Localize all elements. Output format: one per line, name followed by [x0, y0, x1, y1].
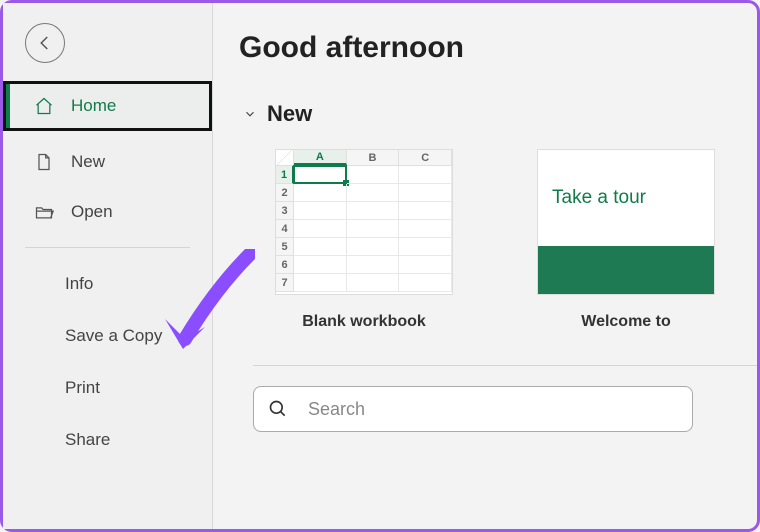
tour-title: Take a tour: [538, 150, 714, 246]
sidebar-item-info[interactable]: Info: [3, 258, 212, 310]
home-icon: [33, 95, 55, 117]
template-welcome-tour[interactable]: Take a tour Welcome to: [537, 149, 715, 331]
sidebar-item-label: Share: [65, 430, 110, 449]
arrow-left-icon: [36, 34, 54, 52]
file-new-icon: [33, 151, 55, 173]
section-header-new: New: [239, 101, 757, 127]
sidebar-item-label: New: [71, 152, 105, 172]
section-collapse-toggle[interactable]: [239, 103, 261, 125]
template-label: Blank workbook: [302, 313, 426, 331]
folder-open-icon: [33, 201, 55, 223]
template-blank-workbook[interactable]: A B C 1 2 3 4 5 6 7 Blank workbook: [275, 149, 453, 331]
search-box[interactable]: [253, 386, 693, 432]
sidebar-item-share[interactable]: Share: [3, 414, 212, 466]
sidebar-item-home[interactable]: Home: [3, 81, 212, 131]
back-button[interactable]: [25, 23, 65, 63]
sidebar-item-print[interactable]: Print: [3, 362, 212, 414]
template-gallery: A B C 1 2 3 4 5 6 7 Blank workbook Take …: [239, 149, 757, 331]
sidebar-item-label: Open: [71, 202, 113, 222]
welcome-tour-thumb: Take a tour: [537, 149, 715, 295]
sidebar-item-label: Info: [65, 274, 93, 293]
blank-workbook-thumb: A B C 1 2 3 4 5 6 7: [275, 149, 453, 295]
search-icon: [268, 399, 288, 419]
page-title: Good afternoon: [239, 31, 757, 65]
col-header: C: [399, 150, 452, 165]
col-header: A: [294, 150, 347, 165]
main-content: Good afternoon New A B C 1 2 3 4: [213, 3, 757, 529]
content-divider: [253, 365, 757, 366]
sidebar-item-label: Print: [65, 378, 100, 397]
sidebar-item-label: Save a Copy: [65, 326, 162, 345]
chevron-down-icon: [243, 107, 257, 121]
sidebar-item-new[interactable]: New: [3, 137, 212, 187]
backstage-sidebar: Home New Open Info Save a Copy Print Sha…: [3, 3, 213, 529]
sidebar-item-save-a-copy[interactable]: Save a Copy: [3, 310, 212, 362]
section-title: New: [267, 101, 312, 127]
template-label: Welcome to: [581, 313, 671, 331]
sidebar-divider: [25, 247, 190, 248]
sidebar-item-open[interactable]: Open: [3, 187, 212, 237]
sidebar-item-label: Home: [71, 96, 116, 116]
search-input[interactable]: [306, 398, 678, 421]
col-header: B: [347, 150, 400, 165]
